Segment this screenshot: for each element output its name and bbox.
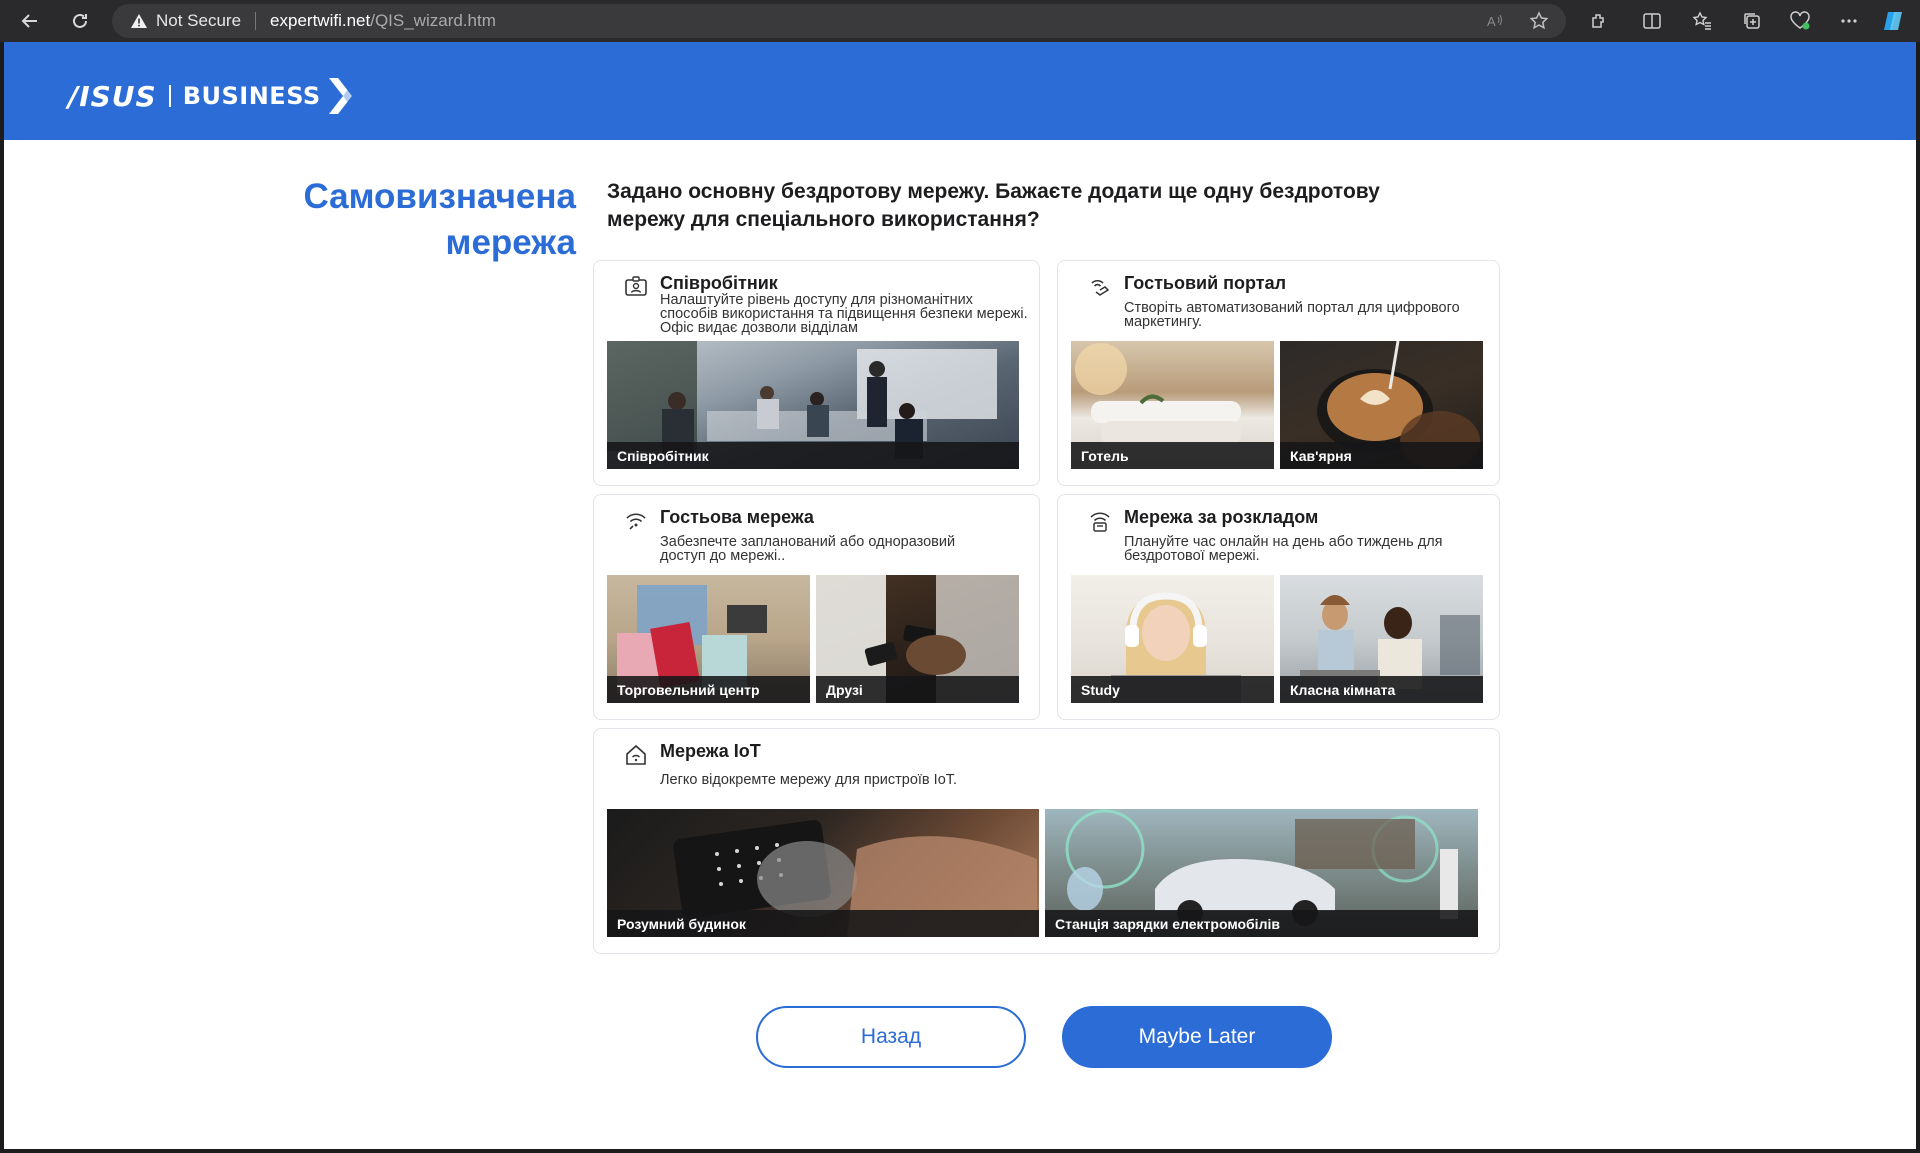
browser-essentials-icon[interactable]: [1788, 9, 1812, 33]
card-guest-network[interactable]: Гостьова мережа Забезпечте запланований …: [593, 494, 1040, 720]
split-screen-icon[interactable]: [1640, 9, 1664, 33]
image-caption: Друзі: [816, 676, 1019, 703]
guest-wifi-icon: [624, 509, 648, 533]
maybe-later-button[interactable]: Maybe Later: [1062, 1006, 1332, 1068]
image-caption: Готель: [1071, 442, 1274, 469]
favorites-icon[interactable]: [1690, 9, 1714, 33]
image-caption: Торговельний центр: [607, 676, 810, 703]
card-description: Налаштуйте рівень доступу для різноманіт…: [660, 292, 1028, 336]
extensions-icon[interactable]: [1587, 9, 1611, 33]
read-aloud-icon[interactable]: A: [1484, 10, 1506, 32]
page: /ISUS BUSINESS Самовизначена мережа Зада…: [4, 42, 1916, 1149]
guest-portal-icon: [1088, 275, 1112, 299]
security-label: Not Secure: [156, 11, 242, 30]
card-employee[interactable]: Співробітник Налаштуйте рівень доступу д…: [593, 260, 1040, 486]
asus-business-logo: /ISUS BUSINESS: [68, 76, 357, 116]
copilot-icon[interactable]: [1882, 9, 1906, 33]
card-description: Створіть автоматизований портал для цифр…: [1124, 300, 1460, 330]
study-photo[interactable]: Study: [1071, 575, 1274, 703]
ev-charging-photo[interactable]: Станція зарядки електромобілів: [1045, 809, 1478, 937]
hotel-photo[interactable]: Готель: [1071, 341, 1274, 469]
id-badge-icon: [624, 275, 648, 299]
employee-photo[interactable]: Співробітник: [607, 341, 1019, 469]
url-path: /QIS_wizard.htm: [370, 11, 496, 30]
friends-photo[interactable]: Друзі: [816, 575, 1019, 703]
card-title: Співробітник: [660, 273, 778, 293]
warning-icon: [131, 14, 147, 28]
card-description: Плануйте час онлайн на день або тиждень …: [1124, 534, 1443, 564]
image-caption: Study: [1071, 676, 1274, 703]
logo-asus: /ISUS: [68, 79, 157, 113]
address-divider: [255, 12, 257, 30]
card-iot-network[interactable]: Мережа IoT Легко відокремте мережу для п…: [593, 728, 1500, 954]
logo-chevron-icon: [328, 78, 352, 114]
classroom-photo[interactable]: Класна кімната: [1280, 575, 1483, 703]
collections-icon[interactable]: [1740, 9, 1764, 33]
card-title: Мережа IoT: [660, 741, 761, 761]
address-bar[interactable]: Not Secure expertwifi.net/QIS_wizard.htm…: [112, 4, 1566, 38]
mall-photo[interactable]: Торговельний центр: [607, 575, 810, 703]
logo-divider: [168, 85, 171, 107]
card-scheduled-network[interactable]: Мережа за розкладом Плануйте час онлайн …: [1057, 494, 1500, 720]
image-caption: Станція зарядки електромобілів: [1045, 910, 1478, 937]
page-title: Самовизначена мережа: [303, 177, 576, 262]
logo-business: BUSINESS: [182, 82, 321, 110]
card-title: Гостьовий портал: [1124, 273, 1287, 293]
card-title: Мережа за розкладом: [1124, 507, 1319, 527]
reload-icon[interactable]: [66, 7, 94, 35]
image-caption: Співробітник: [607, 442, 1019, 469]
back-button[interactable]: Назад: [756, 1006, 1026, 1068]
card-title: Гостьова мережа: [660, 507, 814, 527]
card-description: Легко відокремте мережу для пристроїв Io…: [660, 772, 958, 788]
brand-header: /ISUS BUSINESS: [4, 42, 1916, 140]
image-caption: Розумний будинок: [607, 910, 1039, 937]
smart-home-icon: [624, 743, 648, 767]
favorite-star-icon[interactable]: [1528, 10, 1550, 32]
cafe-photo[interactable]: Кав'ярня: [1280, 341, 1483, 469]
smart-home-photo[interactable]: Розумний будинок: [607, 809, 1039, 937]
wizard-question: Задано основну бездротову мережу. Бажаєт…: [607, 180, 1380, 231]
image-caption: Класна кімната: [1280, 676, 1483, 703]
svg-text:A: A: [1487, 14, 1496, 29]
url-host: expertwifi.net: [270, 11, 371, 30]
card-description: Забезпечте запланований або одноразовий …: [660, 534, 956, 564]
browser-toolbar: Not Secure expertwifi.net/QIS_wizard.htm…: [0, 0, 1920, 42]
card-guest-portal[interactable]: Гостьовий портал Створіть автоматизовани…: [1057, 260, 1500, 486]
security-indicator[interactable]: Not Secure: [130, 11, 241, 31]
back-arrow-icon[interactable]: [16, 7, 44, 35]
image-caption: Кав'ярня: [1280, 442, 1483, 469]
schedule-wifi-icon: [1088, 509, 1112, 533]
more-options-icon[interactable]: [1837, 9, 1861, 33]
